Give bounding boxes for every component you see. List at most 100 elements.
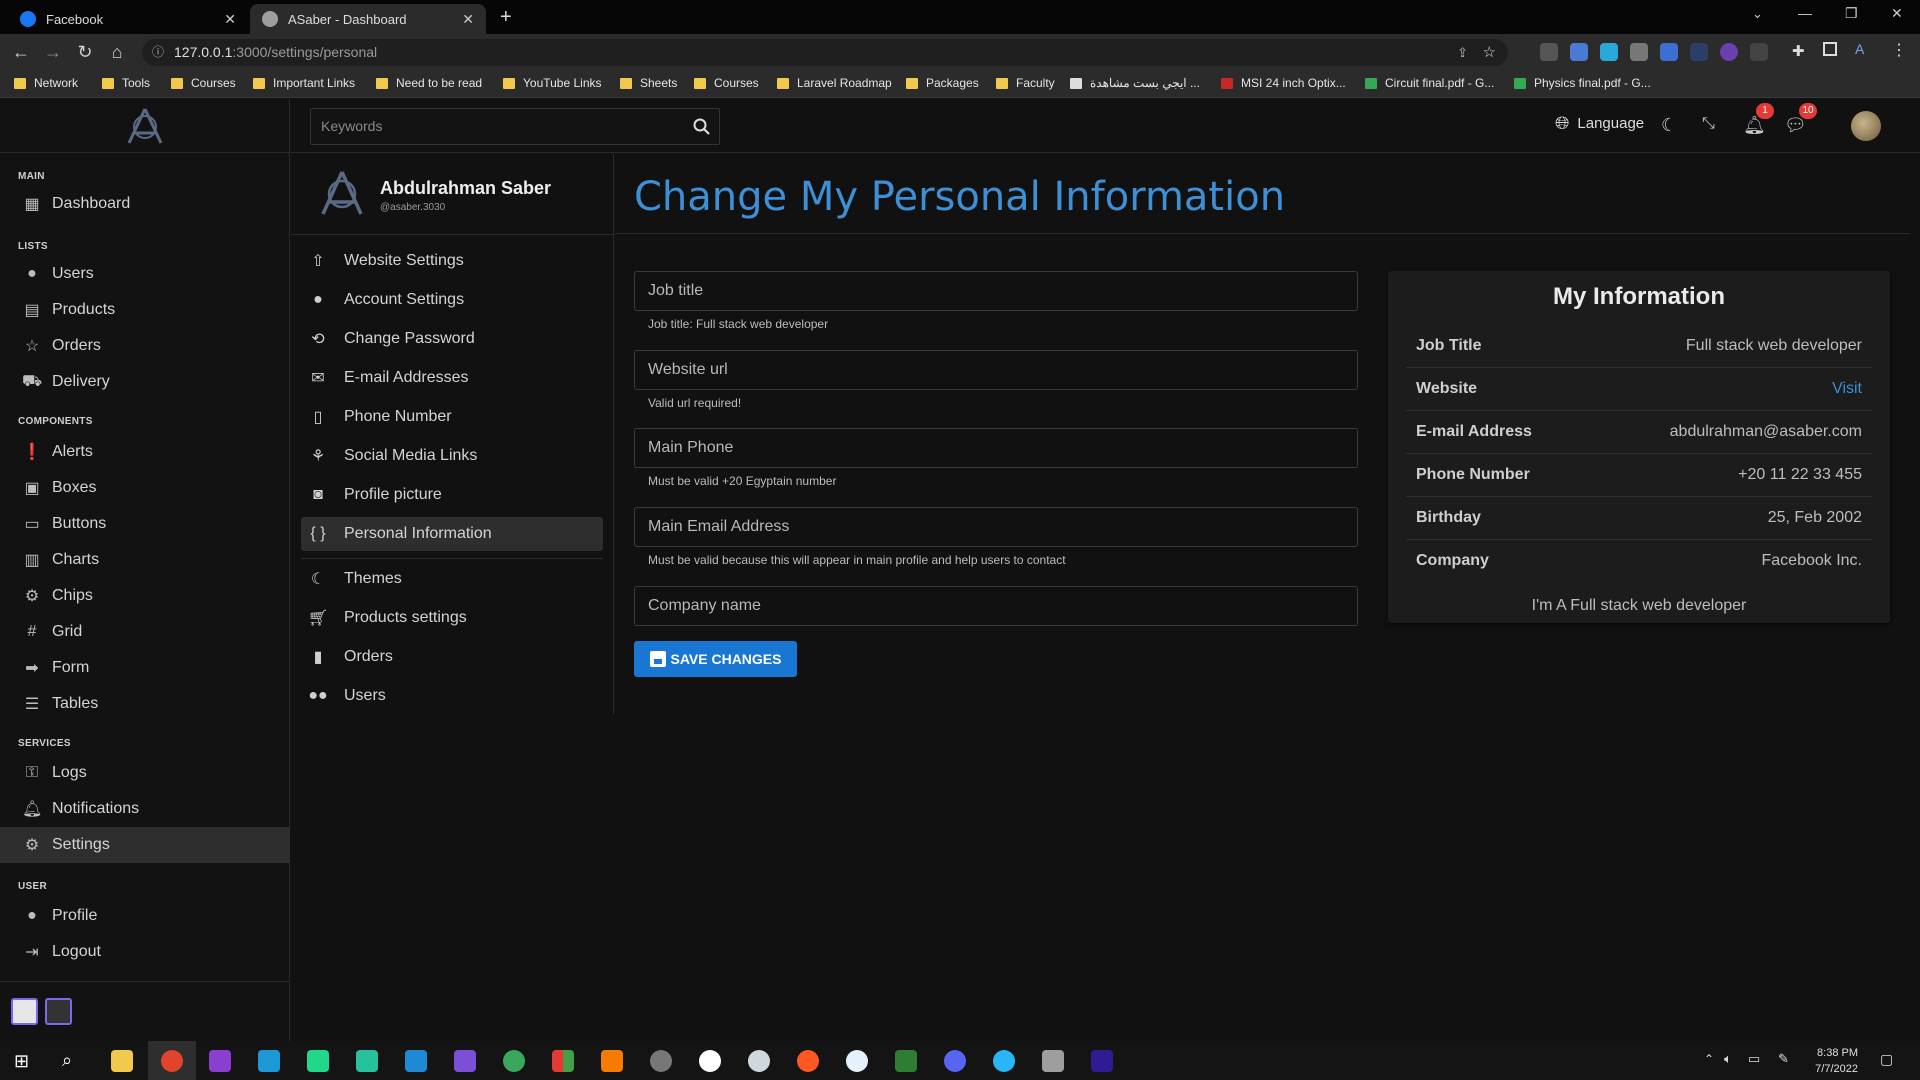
extension-icon[interactable] [1690,43,1708,61]
menu-item-profile-picture[interactable]: ◙ Profile picture [301,478,603,512]
menu-item-phone-number[interactable]: ▯ Phone Number [301,400,603,434]
close-icon[interactable]: ✕ [462,11,474,28]
sidebar-item-logout[interactable]: ⇥ Logout [0,934,290,970]
visual-studio-icon[interactable] [454,1050,476,1072]
extension-icon[interactable] [1660,43,1678,61]
network-icon[interactable]: ▭ [1748,1051,1760,1067]
sidebar-item-alerts[interactable]: ❗ Alerts [0,434,290,470]
extension-icon[interactable] [1750,43,1768,61]
sidebar-item-settings[interactable]: ⚙ Settings [0,827,290,863]
minimize-icon[interactable]: — [1798,5,1812,21]
vscode-icon[interactable] [405,1050,427,1072]
notification-center-icon[interactable]: ▢ [1880,1051,1893,1068]
language-selector[interactable]: 🌐︎ Language [1555,113,1644,134]
main-phone-field[interactable] [634,428,1358,468]
new-tab-button[interactable]: + [500,6,512,29]
clion-icon[interactable] [356,1050,378,1072]
app-icon[interactable] [503,1050,525,1072]
volume-icon[interactable]: 🔈︎ [1724,1051,1732,1067]
soundcloud-icon[interactable] [797,1050,819,1072]
menu-item-users[interactable]: ●● Users [301,679,603,713]
save-changes-button[interactable]: SAVE CHANGES [634,641,797,677]
bookmark[interactable]: Sheets [620,76,677,90]
dark-theme-swatch[interactable] [45,998,72,1025]
sidebar-item-tables[interactable]: ☰ Tables [0,686,290,722]
restore-icon[interactable]: ❐ [1845,5,1858,22]
pen-icon[interactable]: ✎ [1778,1051,1789,1067]
forward-icon[interactable]: → [42,42,64,62]
menu-item-themes[interactable]: ☾ Themes [301,562,603,596]
dark-mode-icon[interactable]: ☾ [1661,115,1677,136]
tab-dashboard[interactable]: ASaber - Dashboard ✕ [250,4,486,34]
tab-facebook[interactable]: Facebook ✕ [8,4,248,34]
logo-icon[interactable] [127,107,163,145]
bookmark[interactable]: Important Links [253,76,355,90]
sidebar-item-charts[interactable]: ▥ Charts [0,542,290,578]
menu-item-website-settings[interactable]: ⇧ Website Settings [301,244,603,278]
xampp-icon[interactable] [601,1050,623,1072]
extension-icon[interactable] [1540,43,1558,61]
sidebar-item-boxes[interactable]: ▣ Boxes [0,470,290,506]
main-email-input[interactable] [648,518,1338,536]
bookmark[interactable]: Laravel Roadmap [777,76,892,90]
close-icon[interactable]: ✕ [224,11,236,28]
window-close-icon[interactable]: ✕ [1891,5,1903,22]
bookmark[interactable]: MSI 24 inch Optix... [1221,76,1346,90]
app-icon[interactable] [552,1050,574,1072]
sidebar-item-form[interactable]: ➡ Form [0,650,290,686]
sidebar-item-products[interactable]: ▤ Products [0,292,290,328]
share-icon[interactable]: ⇪ [1457,39,1468,66]
bookmark[interactable]: Physics final.pdf - G... [1514,76,1651,90]
extension-icon[interactable] [1720,43,1738,61]
light-theme-swatch[interactable] [11,998,38,1025]
home-icon[interactable]: ⌂ [106,42,128,62]
company-name-field[interactable] [634,586,1358,626]
bookmark[interactable]: Courses [171,76,236,90]
app-icon[interactable] [846,1050,868,1072]
job-title-field[interactable] [634,271,1358,311]
bookmark[interactable]: Faculty [996,76,1055,90]
bookmark[interactable]: Courses [694,76,759,90]
menu-item-email-addresses[interactable]: ✉ E-mail Addresses [301,361,603,395]
translate-icon[interactable] [1570,43,1588,61]
job-title-input[interactable] [648,282,1338,300]
sidebar-item-buttons[interactable]: ▭ Buttons [0,506,290,542]
app-icon[interactable] [699,1050,721,1072]
search-box[interactable] [310,108,720,145]
app-icon[interactable] [650,1050,672,1072]
bookmark[interactable]: Packages [906,76,979,90]
pycharm-icon[interactable] [307,1050,329,1072]
fullscreen-exit-icon[interactable]: ⤡ [1702,115,1715,133]
app-icon[interactable] [1042,1050,1064,1072]
bookmark[interactable]: Network [14,76,78,90]
chevron-up-icon[interactable]: ⌃ [1704,1052,1714,1066]
phpstorm-icon[interactable] [209,1050,231,1072]
bookmark[interactable]: Tools [102,76,150,90]
chrome-icon[interactable] [161,1050,183,1072]
profile-icon[interactable]: A [1855,41,1864,57]
main-phone-input[interactable] [648,439,1338,457]
app-icon[interactable] [895,1050,917,1072]
sidepanel-icon[interactable] [1823,42,1837,56]
reload-icon[interactable]: ↻ [74,42,96,62]
clock[interactable]: 8:38 PM 7/7/2022 [1815,1045,1858,1077]
sidebar-item-grid[interactable]: # Grid [0,614,290,650]
company-name-input[interactable] [648,597,1338,615]
main-email-field[interactable] [634,507,1358,547]
sidebar-item-logs[interactable]: ⚿ Logs [0,755,290,791]
app-icon[interactable] [993,1050,1015,1072]
search-input[interactable] [321,118,681,134]
tab-search-icon[interactable]: ⌄ [1752,6,1763,22]
search-icon[interactable] [693,118,711,136]
extension-icon[interactable] [1630,43,1648,61]
bookmark[interactable]: ايجي بست مشاهدة ... [1070,76,1200,90]
windows-start-icon[interactable]: ⊞ [14,1051,29,1072]
menu-item-products-settings[interactable]: 🛒︎ Products settings [301,601,603,635]
back-icon[interactable]: ← [10,42,32,62]
sidebar-item-users[interactable]: ● Users [0,256,290,292]
sidebar-item-profile[interactable]: ● Profile [0,898,290,934]
website-url-input[interactable] [648,361,1338,379]
menu-item-orders[interactable]: ▮ Orders [301,640,603,674]
visit-link[interactable]: Visit [1832,380,1862,398]
webstorm-icon[interactable] [258,1050,280,1072]
